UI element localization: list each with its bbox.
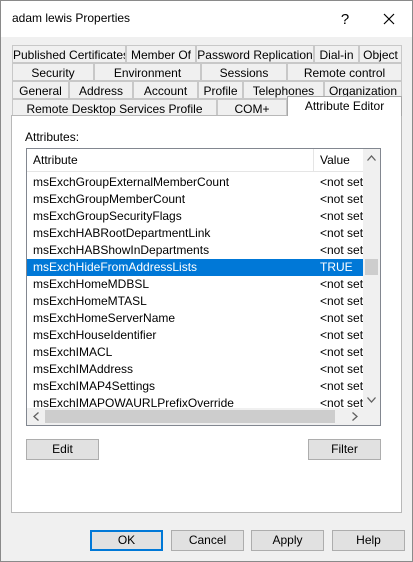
horizontal-scrollbar[interactable] <box>27 408 363 425</box>
table-row[interactable]: msExchHomeMDBSL <not set> <box>27 276 363 293</box>
table-row[interactable]: msExchGroupSecurityFlags <not set> <box>27 208 363 225</box>
tab-attribute-editor[interactable]: Attribute Editor <box>287 96 402 116</box>
attributes-label: Attributes: <box>25 130 80 144</box>
tab-member-of[interactable]: Member Of <box>126 45 196 63</box>
attribute-name-cell: msExchHomeMDBSL <box>33 277 150 291</box>
tab-general[interactable]: General <box>12 81 69 99</box>
attribute-name-cell: msExchHABRootDepartmentLink <box>33 226 211 240</box>
properties-dialog: adam lewis Properties ? Published Certif… <box>0 0 413 562</box>
attribute-value-cell: <not set> <box>320 362 363 376</box>
list-header: Attribute Value <box>27 149 363 172</box>
tab-account[interactable]: Account <box>133 81 198 99</box>
table-row[interactable]: msExchIMACL <not set> <box>27 344 363 361</box>
attribute-name-cell: msExchHomeServerName <box>33 311 176 325</box>
attribute-value-cell: <not set> <box>320 209 363 223</box>
attribute-name-cell: msExchHouseIdentifier <box>33 328 157 342</box>
filter-button[interactable]: Filter <box>308 439 381 460</box>
attribute-name-cell: msExchGroupExternalMemberCount <box>33 175 230 189</box>
scroll-down-icon[interactable] <box>363 391 380 408</box>
scroll-right-icon[interactable] <box>346 408 363 425</box>
table-row[interactable]: msExchGroupMemberCount <not set> <box>27 191 363 208</box>
table-row[interactable]: msExchIMAddress <not set> <box>27 361 363 378</box>
table-row[interactable]: msExchHABShowInDepartments <not set> <box>27 242 363 259</box>
help-button[interactable]: Help <box>332 530 405 551</box>
attribute-value-cell: <not set> <box>320 277 363 291</box>
attribute-value-cell: <not set> <box>320 328 363 342</box>
table-row[interactable]: msExchHomeMTASL <not set> <box>27 293 363 310</box>
attributes-list[interactable]: Attribute Value msExchGroupExternalMembe… <box>26 148 381 426</box>
attribute-value-cell: <not set> <box>320 243 363 257</box>
vertical-scroll-thumb[interactable] <box>365 259 378 275</box>
attribute-rows: msExchGroupExternalMemberCount<not set>m… <box>27 174 363 412</box>
tab-dial-in[interactable]: Dial-in <box>314 45 359 63</box>
table-row[interactable]: msExchIMAP4Settings <not set> <box>27 378 363 395</box>
tab-remote-control[interactable]: Remote control <box>287 63 402 81</box>
column-header-value[interactable]: Value <box>314 149 363 171</box>
tab-password-replication[interactable]: Password Replication <box>196 45 314 63</box>
attribute-value-cell: <not set> <box>320 311 363 325</box>
table-row[interactable]: msExchHABRootDepartmentLink <not set> <box>27 225 363 242</box>
table-row[interactable]: msExchGroupExternalMemberCount <not set> <box>27 174 363 191</box>
attribute-name-cell: msExchIMACL <box>33 345 113 359</box>
horizontal-scroll-thumb[interactable] <box>45 410 335 423</box>
cancel-button[interactable]: Cancel <box>171 530 244 551</box>
apply-button[interactable]: Apply <box>251 530 324 551</box>
edit-button[interactable]: Edit <box>26 439 99 460</box>
tab-object[interactable]: Object <box>359 45 402 63</box>
attribute-name-cell: msExchIMAddress <box>33 362 134 376</box>
attribute-value-cell: TRUE <box>320 260 353 274</box>
attribute-value-cell: <not set> <box>320 192 363 206</box>
scroll-up-icon[interactable] <box>363 149 380 166</box>
tab-environment[interactable]: Environment <box>94 63 201 81</box>
tab-sessions[interactable]: Sessions <box>201 63 287 81</box>
vertical-scrollbar[interactable] <box>363 149 380 408</box>
attribute-name-cell: msExchHABShowInDepartments <box>33 243 210 257</box>
attribute-value-cell: <not set> <box>320 294 363 308</box>
column-header-attribute[interactable]: Attribute <box>27 149 314 171</box>
table-row[interactable]: msExchHomeServerName <not set> <box>27 310 363 327</box>
attribute-value-cell: <not set> <box>320 226 363 240</box>
ok-button[interactable]: OK <box>90 530 163 551</box>
attribute-value-cell: <not set> <box>320 345 363 359</box>
attribute-name-cell: msExchGroupSecurityFlags <box>33 209 182 223</box>
window-title: adam lewis Properties <box>12 11 131 25</box>
tab-published-certificates[interactable]: Published Certificates <box>12 45 126 63</box>
tab-security[interactable]: Security <box>12 63 94 81</box>
scroll-left-icon[interactable] <box>27 408 44 425</box>
close-icon[interactable] <box>367 1 411 37</box>
tab-address[interactable]: Address <box>69 81 133 99</box>
attribute-value-cell: <not set> <box>320 379 363 393</box>
attribute-name-cell: msExchHomeMTASL <box>33 294 147 308</box>
table-row[interactable]: msExchHouseIdentifier <not set> <box>27 327 363 344</box>
attribute-value-cell: <not set> <box>320 175 363 189</box>
attribute-name-cell: msExchHideFromAddressLists <box>33 260 198 274</box>
attribute-name-cell: msExchIMAP4Settings <box>33 379 156 393</box>
tab-profile[interactable]: Profile <box>198 81 243 99</box>
table-row-selected[interactable]: msExchHideFromAddressLists TRUE <box>27 259 363 276</box>
title-bar: adam lewis Properties ? <box>1 1 412 37</box>
attribute-name-cell: msExchGroupMemberCount <box>33 192 186 206</box>
scrollbar-corner <box>363 408 380 425</box>
help-icon[interactable]: ? <box>323 1 367 37</box>
